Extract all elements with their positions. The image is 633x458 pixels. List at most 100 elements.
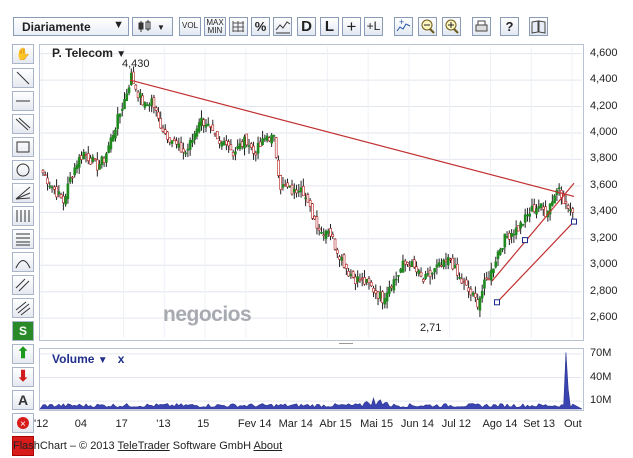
candle-body (469, 288, 473, 296)
candle-body (111, 134, 115, 142)
candle-body (254, 152, 258, 156)
candle-body (551, 201, 554, 206)
candle-body (367, 278, 371, 284)
candle-body (401, 260, 405, 273)
x-tick-label: '13 (156, 418, 171, 430)
candle-body (116, 114, 120, 130)
candle-body (48, 185, 52, 188)
candle-body (535, 208, 538, 215)
trendline-handle[interactable] (571, 218, 577, 225)
candle-body (297, 190, 301, 193)
trendline-handle[interactable] (522, 237, 528, 244)
candle-body (342, 254, 346, 268)
candle-body (159, 118, 163, 129)
candle-body (292, 188, 296, 193)
y-tick-label: 3,200 (590, 231, 618, 244)
candle-body (234, 151, 237, 155)
high-annotation: 4,430 (122, 58, 150, 70)
candle-body (243, 136, 246, 149)
candle-body (259, 141, 262, 147)
watermark-logo: negocios (163, 303, 252, 326)
candle-body (98, 164, 101, 170)
candle-body (451, 257, 455, 270)
candle-body (345, 263, 348, 269)
candle-body (544, 206, 547, 218)
candle-body (204, 124, 208, 128)
trendline-channel-upper[interactable] (491, 182, 575, 282)
candle-body (73, 167, 76, 176)
candle-body (498, 249, 502, 255)
candle-body (102, 157, 106, 164)
x-tick-label: 17 (115, 418, 128, 430)
x-tick-label: Jul 12 (441, 418, 472, 430)
candle-body (431, 272, 434, 275)
teletrader-link[interactable]: TeleTrader (118, 440, 170, 452)
candle-body (505, 236, 509, 238)
candle-body (369, 282, 373, 287)
candle-body (136, 91, 140, 99)
candle-body (311, 203, 314, 219)
candle-body (428, 269, 432, 278)
candle-body (173, 138, 176, 142)
candle-body (134, 84, 138, 90)
candle-body (410, 261, 414, 268)
candle-body (86, 153, 90, 161)
candle-body (288, 185, 292, 188)
candle-body (313, 216, 316, 220)
volume-title[interactable]: Volume ▼ x (52, 352, 124, 366)
volume-tick-label: 40M (590, 370, 612, 383)
candle-body (236, 146, 239, 149)
candle-body (331, 234, 335, 237)
candle-body (465, 279, 468, 286)
candle-body (553, 195, 556, 204)
y-tick-label: 4,000 (590, 125, 618, 138)
candle-body (129, 72, 133, 86)
candle-body (304, 197, 307, 200)
candle-body (186, 148, 190, 151)
chart-title[interactable]: P. Telecom ▼ (52, 46, 126, 60)
x-tick-label: Abr 15 (319, 418, 352, 430)
candle-body (175, 140, 178, 145)
candle-body (290, 184, 294, 195)
candle-body (193, 133, 196, 140)
candle-body (385, 292, 389, 302)
chart-svg (39, 47, 583, 410)
candle-body (381, 291, 384, 304)
about-link[interactable]: About (253, 440, 282, 452)
candle-body (351, 271, 355, 278)
candle-body (247, 145, 251, 147)
x-tick-label: Mai 15 (360, 418, 394, 430)
candle-body (510, 233, 513, 237)
candle-body (218, 140, 221, 144)
candle-body (154, 107, 158, 111)
x-tick-label: Mar 14 (278, 418, 313, 430)
candle-body (62, 195, 65, 204)
candle-body (379, 291, 382, 299)
candle-body (532, 204, 536, 213)
candle-body (514, 227, 518, 235)
candle-body (489, 269, 493, 281)
candle-body (406, 262, 409, 265)
candle-body (435, 264, 439, 268)
candle-body (89, 157, 92, 165)
candle-body (566, 205, 570, 209)
candle-body (256, 142, 260, 154)
candle-body (446, 257, 450, 266)
candle-body (467, 287, 470, 292)
candle-body (519, 222, 522, 229)
candle-body (240, 141, 244, 147)
x-tick-label: 04 (74, 418, 88, 430)
candle-body (163, 129, 167, 134)
footer-text: FlashChart – © 2013 (13, 440, 115, 452)
candle-body (64, 196, 67, 205)
candle-body (252, 145, 255, 154)
candle-body (306, 194, 310, 203)
candle-body (96, 159, 99, 171)
candle-body (329, 228, 332, 237)
close-icon[interactable]: x (118, 352, 125, 366)
candle-body (263, 137, 267, 140)
trendline-handle[interactable] (494, 299, 500, 306)
candle-body (68, 177, 72, 183)
candle-body (492, 268, 495, 274)
candle-body (213, 133, 217, 136)
